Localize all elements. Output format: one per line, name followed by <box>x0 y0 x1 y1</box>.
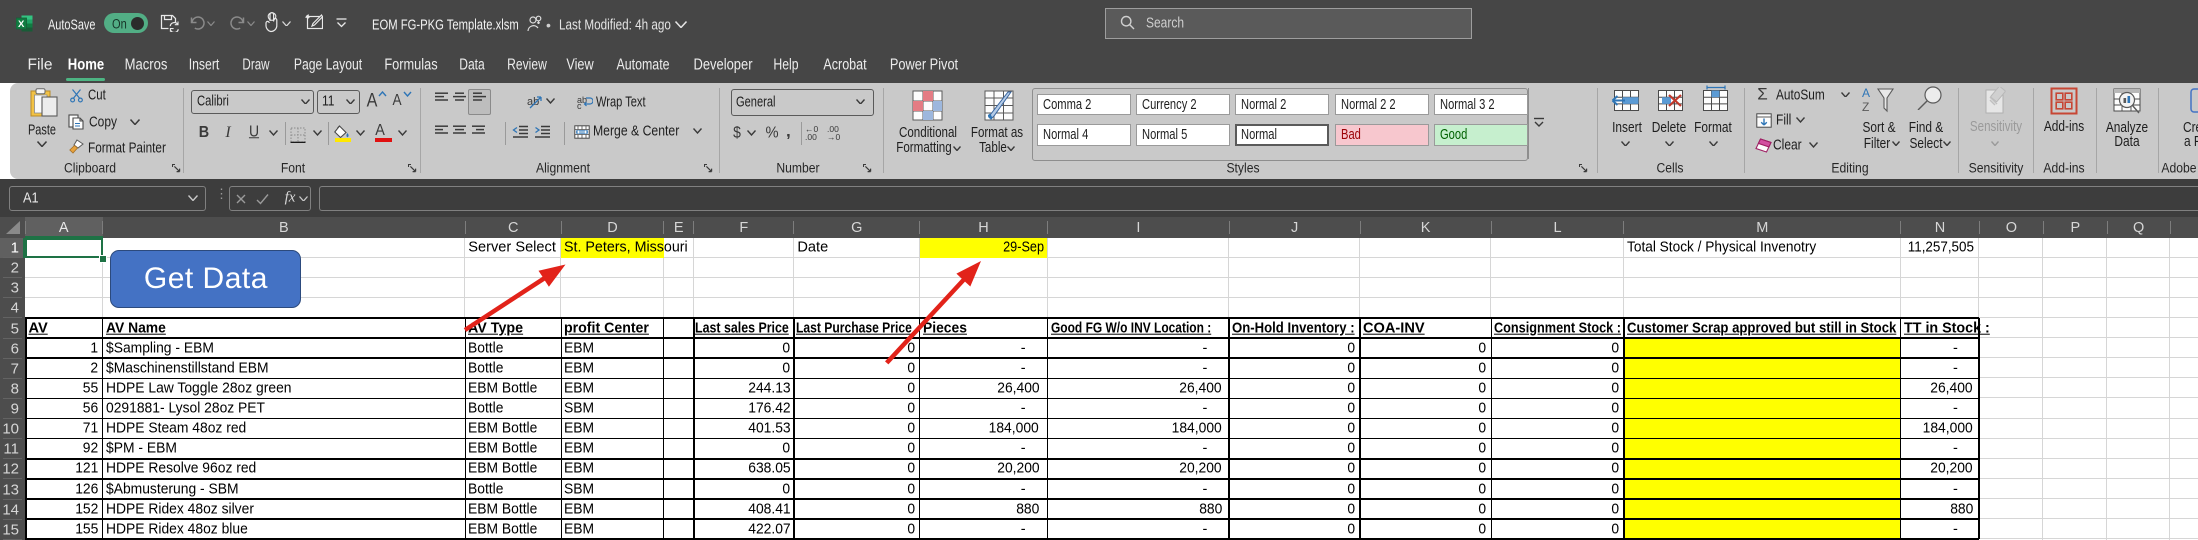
svg-text:→0: →0 <box>827 132 841 141</box>
svg-text:.00: .00 <box>805 132 817 141</box>
svg-text:X: X <box>18 19 25 30</box>
svg-text:A: A <box>1862 87 1870 100</box>
svg-text:ab: ab <box>527 96 539 108</box>
svg-text:Z: Z <box>1862 100 1869 114</box>
svg-text:c: c <box>577 101 582 109</box>
